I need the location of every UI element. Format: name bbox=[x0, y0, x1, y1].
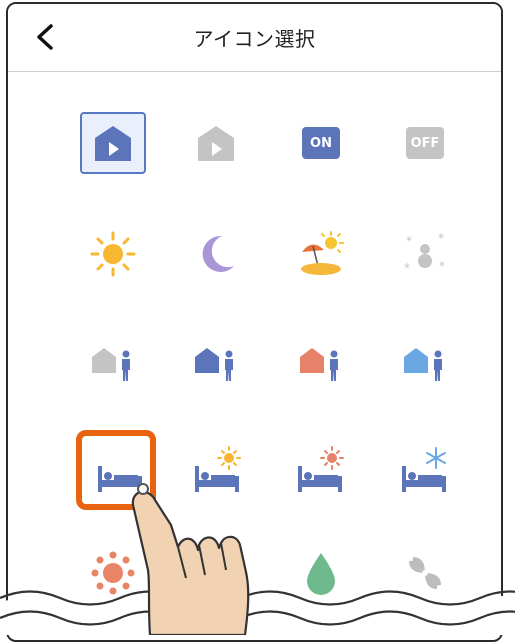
home-person-red-icon bbox=[300, 348, 338, 381]
cool-icon bbox=[197, 551, 235, 595]
heat-icon bbox=[91, 551, 135, 595]
icon-home-play[interactable] bbox=[80, 112, 146, 174]
moon-icon bbox=[202, 235, 234, 272]
home-play-gray-icon bbox=[198, 126, 234, 161]
icon-on[interactable]: ON bbox=[288, 112, 354, 174]
selection-highlight bbox=[76, 430, 156, 510]
bed-sun-icon bbox=[195, 446, 241, 492]
svg-text:*: * bbox=[406, 234, 412, 248]
icon-snow[interactable]: * * * * bbox=[392, 223, 458, 285]
fan-icon bbox=[409, 557, 441, 589]
sun-icon bbox=[90, 231, 136, 277]
icon-bed-snow[interactable] bbox=[392, 440, 458, 502]
icon-sun[interactable] bbox=[80, 223, 146, 285]
icon-bed-sun[interactable] bbox=[185, 440, 251, 502]
home-person-blue-icon bbox=[195, 348, 233, 381]
icon-moon[interactable] bbox=[183, 223, 249, 285]
icon-home-person-red[interactable] bbox=[288, 331, 354, 393]
icon-home-play-gray[interactable] bbox=[183, 112, 249, 174]
icon-cool[interactable] bbox=[183, 542, 249, 604]
home-play-icon bbox=[95, 126, 131, 161]
bed-heat-icon bbox=[298, 446, 344, 492]
icon-fan[interactable] bbox=[392, 542, 458, 604]
drop-icon bbox=[307, 553, 335, 595]
off-icon: OFF bbox=[406, 127, 444, 159]
svg-text:*: * bbox=[439, 259, 445, 273]
page-title: アイコン選択 bbox=[193, 27, 316, 51]
home-person-gray-icon bbox=[92, 348, 130, 381]
icon-home-person-blue[interactable] bbox=[183, 331, 249, 393]
icon-drop[interactable] bbox=[288, 542, 354, 604]
home-person-lightblue-icon bbox=[404, 348, 442, 381]
icon-home-person-gray[interactable] bbox=[80, 331, 146, 393]
header: アイコン選択 bbox=[8, 4, 501, 72]
bed-snow-icon bbox=[402, 447, 446, 492]
svg-text:*: * bbox=[404, 261, 410, 275]
icon-off[interactable]: OFF bbox=[392, 112, 458, 174]
phone-frame: アイコン選択 ON OFF * * * * bbox=[6, 2, 503, 642]
beach-icon bbox=[301, 231, 344, 275]
icon-bed-heat[interactable] bbox=[288, 440, 354, 502]
svg-text:*: * bbox=[438, 231, 444, 245]
icon-heat[interactable] bbox=[80, 542, 146, 604]
snow-icon: * * * * bbox=[404, 231, 445, 275]
icon-home-person-lightblue[interactable] bbox=[392, 331, 458, 393]
icon-beach[interactable] bbox=[288, 223, 354, 285]
on-icon: ON bbox=[302, 127, 340, 159]
